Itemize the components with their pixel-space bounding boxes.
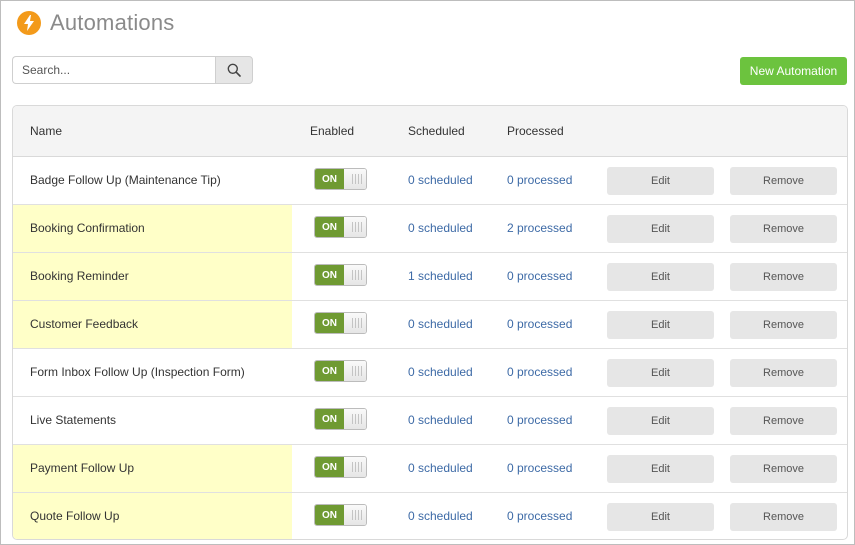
enabled-toggle[interactable]: ON bbox=[314, 456, 367, 478]
search-bar bbox=[12, 56, 253, 84]
remove-button[interactable]: Remove bbox=[730, 167, 837, 195]
toggle-knob bbox=[344, 217, 366, 237]
enabled-toggle[interactable]: ON bbox=[314, 216, 367, 238]
edit-button[interactable]: Edit bbox=[607, 503, 714, 531]
automation-name: Booking Confirmation bbox=[30, 221, 145, 235]
toggle-on-label: ON bbox=[315, 361, 344, 381]
table-row: Payment Follow Up ON 0 scheduled 0 processe… bbox=[13, 445, 847, 493]
automation-name: Quote Follow Up bbox=[30, 509, 120, 523]
enabled-toggle[interactable]: ON bbox=[314, 408, 367, 430]
processed-link[interactable]: 0 processed bbox=[507, 269, 572, 283]
enabled-toggle[interactable]: ON bbox=[314, 264, 367, 286]
remove-button[interactable]: Remove bbox=[730, 311, 837, 339]
edit-button[interactable]: Edit bbox=[607, 215, 714, 243]
remove-button[interactable]: Remove bbox=[730, 215, 837, 243]
toggle-on-label: ON bbox=[315, 265, 344, 285]
processed-link[interactable]: 0 processed bbox=[507, 317, 572, 331]
automations-window: Automations New Automation Name Enabled … bbox=[0, 0, 855, 545]
processed-link[interactable]: 0 processed bbox=[507, 509, 572, 523]
remove-button[interactable]: Remove bbox=[730, 407, 837, 435]
toggle-on-label: ON bbox=[315, 217, 344, 237]
column-header-processed: Processed bbox=[507, 124, 564, 138]
enabled-toggle[interactable]: ON bbox=[314, 504, 367, 526]
scheduled-link[interactable]: 0 scheduled bbox=[408, 173, 473, 187]
page-header: Automations bbox=[17, 10, 175, 36]
remove-button[interactable]: Remove bbox=[730, 359, 837, 387]
processed-link[interactable]: 0 processed bbox=[507, 173, 572, 187]
toggle-knob bbox=[344, 505, 366, 525]
table-body: Badge Follow Up (Maintenance Tip) ON 0 sch… bbox=[13, 157, 847, 539]
table-row: Quote Follow Up ON 0 scheduled 0 processed E… bbox=[13, 493, 847, 539]
table-row: Live Statements ON 0 scheduled 0 processed E… bbox=[13, 397, 847, 445]
enabled-toggle[interactable]: ON bbox=[314, 168, 367, 190]
toggle-knob bbox=[344, 409, 366, 429]
edit-button[interactable]: Edit bbox=[607, 167, 714, 195]
column-header-name: Name bbox=[30, 124, 63, 138]
processed-link[interactable]: 0 processed bbox=[507, 365, 572, 379]
enabled-toggle[interactable]: ON bbox=[314, 312, 367, 334]
automations-table: Name Enabled Scheduled Processed Badge F… bbox=[12, 105, 848, 540]
table-row: Badge Follow Up (Maintenance Tip) ON 0 sch… bbox=[13, 157, 847, 205]
edit-button[interactable]: Edit bbox=[607, 311, 714, 339]
toggle-knob bbox=[344, 457, 366, 477]
search-icon bbox=[227, 63, 241, 77]
edit-button[interactable]: Edit bbox=[607, 263, 714, 291]
scheduled-link[interactable]: 0 scheduled bbox=[408, 509, 473, 523]
automation-name: Payment Follow Up bbox=[30, 461, 135, 475]
toggle-on-label: ON bbox=[315, 409, 344, 429]
automation-name: Booking Reminder bbox=[30, 269, 129, 283]
edit-button[interactable]: Edit bbox=[607, 455, 714, 483]
automation-name: Badge Follow Up (Maintenance Tip) bbox=[30, 173, 221, 187]
scheduled-link[interactable]: 0 scheduled bbox=[408, 317, 473, 331]
automation-name: Live Statements bbox=[30, 413, 117, 427]
toggle-knob bbox=[344, 265, 366, 285]
table-row: Booking Confirmation ON 0 scheduled 2 proce… bbox=[13, 205, 847, 253]
processed-link[interactable]: 0 processed bbox=[507, 413, 572, 427]
automation-name: Form Inbox Follow Up (Inspection Form) bbox=[30, 365, 245, 379]
enabled-toggle[interactable]: ON bbox=[314, 360, 367, 382]
table-row: Customer Feedback ON 0 scheduled 0 processe… bbox=[13, 301, 847, 349]
scheduled-link[interactable]: 0 scheduled bbox=[408, 221, 473, 235]
new-automation-button[interactable]: New Automation bbox=[740, 57, 847, 85]
bolt-icon bbox=[17, 11, 41, 35]
remove-button[interactable]: Remove bbox=[730, 263, 837, 291]
scheduled-link[interactable]: 0 scheduled bbox=[408, 365, 473, 379]
column-header-scheduled: Scheduled bbox=[408, 124, 465, 138]
scheduled-link[interactable]: 1 scheduled bbox=[408, 269, 473, 283]
table-row: Form Inbox Follow Up (Inspection Form) ON… bbox=[13, 349, 847, 397]
toggle-on-label: ON bbox=[315, 505, 344, 525]
toggle-on-label: ON bbox=[315, 457, 344, 477]
toggle-on-label: ON bbox=[315, 313, 344, 333]
search-button[interactable] bbox=[215, 56, 253, 84]
toggle-knob bbox=[344, 361, 366, 381]
processed-link[interactable]: 0 processed bbox=[507, 461, 572, 475]
page-title: Automations bbox=[50, 10, 175, 35]
scheduled-link[interactable]: 0 scheduled bbox=[408, 461, 473, 475]
column-header-enabled: Enabled bbox=[310, 124, 355, 138]
remove-button[interactable]: Remove bbox=[730, 455, 837, 483]
toggle-knob bbox=[344, 313, 366, 333]
edit-button[interactable]: Edit bbox=[607, 407, 714, 435]
table-row: Booking Reminder ON 1 scheduled 0 processed… bbox=[13, 253, 847, 301]
scheduled-link[interactable]: 0 scheduled bbox=[408, 413, 473, 427]
processed-link[interactable]: 2 processed bbox=[507, 221, 572, 235]
edit-button[interactable]: Edit bbox=[607, 359, 714, 387]
toggle-knob bbox=[344, 169, 366, 189]
remove-button[interactable]: Remove bbox=[730, 503, 837, 531]
toggle-on-label: ON bbox=[315, 169, 344, 189]
table-header: Name Enabled Scheduled Processed bbox=[13, 106, 847, 157]
automation-name: Customer Feedback bbox=[30, 317, 139, 331]
search-input[interactable] bbox=[12, 56, 215, 84]
